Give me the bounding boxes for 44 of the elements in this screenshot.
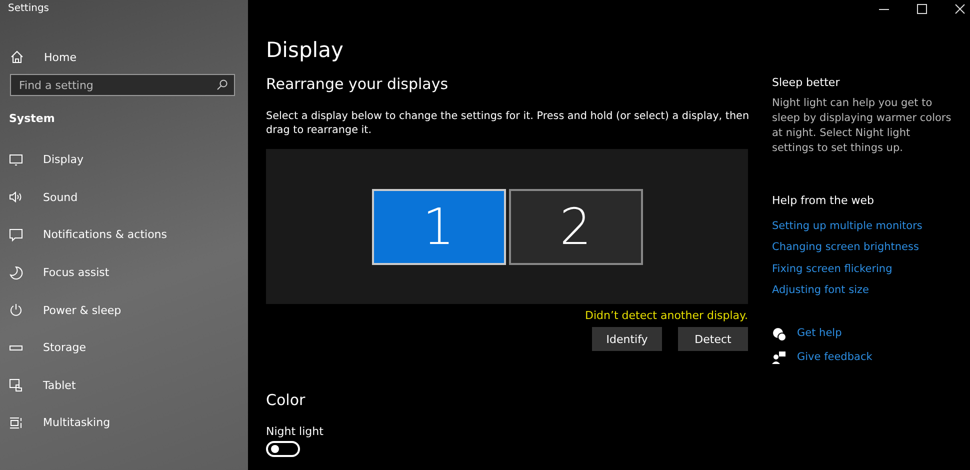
section-heading: Rearrange your displays — [266, 75, 450, 95]
home-icon — [10, 50, 24, 64]
monitor-icon — [9, 152, 23, 167]
warning-text: Didn’t detect another display. — [584, 308, 748, 324]
section-heading: Color — [266, 391, 306, 411]
window-title: Settings — [7, 2, 50, 16]
multitasking-icon — [9, 416, 23, 430]
help-link[interactable]: Fixing screen flickering — [772, 262, 970, 284]
search-icon — [216, 79, 228, 91]
speech-bubble-icon — [9, 228, 23, 242]
help-link[interactable]: Changing screen brightness — [772, 241, 970, 263]
person-feedback-icon — [772, 351, 786, 366]
sidebar-item[interactable]: Notifications & actions — [0, 216, 248, 254]
help-link[interactable]: Setting up multiple monitors — [772, 220, 970, 242]
help-link[interactable]: Give feedback — [797, 351, 872, 372]
sidebar-item[interactable]: Power & sleep — [0, 291, 248, 329]
aside-heading: Help from the web — [772, 193, 875, 209]
toggle-switch[interactable] — [266, 441, 300, 457]
help-link[interactable]: Get help — [797, 327, 842, 348]
aside-heading: Sleep better — [772, 75, 841, 91]
search-field[interactable]: Find a setting — [10, 74, 235, 96]
setting-label: Night light — [266, 425, 324, 440]
display-tile[interactable]: 1 — [372, 188, 506, 264]
aside-text: Night light can help you get to sleep by displaying warmer colors at night. Select Night light settings to set things up. — [772, 96, 952, 156]
display-tile[interactable]: 2 — [508, 188, 642, 264]
speaker-icon — [9, 190, 23, 204]
sidebar-item[interactable]: Multitasking — [0, 404, 248, 442]
section-heading: System — [8, 111, 56, 127]
home-link[interactable]: Home — [0, 36, 248, 68]
sidebar-item[interactable]: Storage — [0, 328, 248, 367]
description-text: Select a display below to change the settings for it. Press and hold (or select) a display, then drag to rearrange it. — [266, 109, 750, 138]
sidebar-item[interactable]: Sound — [0, 178, 248, 216]
page-title: Display — [266, 38, 344, 64]
moon-icon — [9, 266, 23, 280]
sidebar-item[interactable]: Display — [0, 141, 248, 179]
tablet-icon — [9, 378, 23, 392]
power-icon — [9, 303, 23, 318]
action-button[interactable]: Identify — [592, 327, 662, 351]
sidebar-item[interactable]: Tablet — [0, 366, 248, 404]
close-icon — [955, 4, 965, 14]
help-link[interactable]: Adjusting font size — [772, 284, 970, 306]
sidebar-item[interactable]: Focus assist — [0, 254, 248, 292]
action-button[interactable]: Detect — [678, 327, 748, 351]
maximize-icon — [917, 4, 927, 14]
